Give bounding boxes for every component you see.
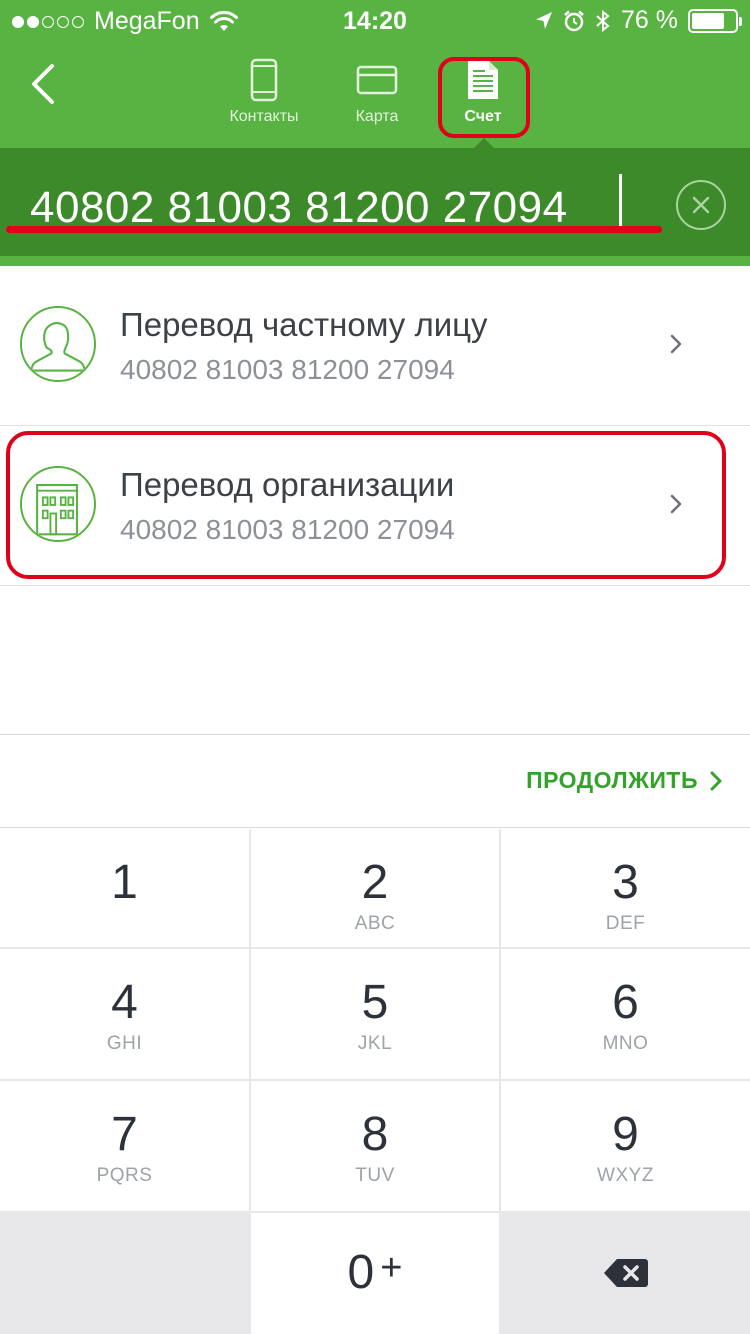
key-7[interactable]: 7 PQRS bbox=[0, 1081, 249, 1211]
tab-contacts[interactable]: Контакты bbox=[214, 58, 314, 138]
key-letters: DEF bbox=[605, 913, 646, 934]
key-digit: 4 bbox=[111, 976, 138, 1029]
text-caret bbox=[619, 174, 622, 226]
key-letters: JKL bbox=[357, 1033, 393, 1054]
key-letters: GHI bbox=[106, 1033, 143, 1054]
key-empty bbox=[0, 1213, 249, 1334]
key-letters: PQRS bbox=[96, 1165, 153, 1186]
key-6[interactable]: 6 MNO bbox=[501, 949, 750, 1079]
back-icon[interactable] bbox=[24, 62, 64, 106]
tab-card-label: Карта bbox=[355, 108, 399, 125]
key-3[interactable]: 3 DEF bbox=[501, 829, 750, 947]
alarm-clock-icon bbox=[564, 10, 584, 31]
key-digit: 9 bbox=[612, 1108, 639, 1161]
tab-card[interactable]: Карта bbox=[338, 58, 416, 138]
key-digit: 1 bbox=[111, 856, 138, 909]
key-0[interactable]: 0 + bbox=[251, 1213, 499, 1334]
key-zero: 0 + bbox=[348, 1249, 403, 1297]
key-digit: 5 bbox=[361, 976, 389, 1029]
battery-percent: 76 % bbox=[621, 6, 678, 34]
clear-input-button[interactable] bbox=[676, 180, 726, 230]
key-letters: TUV bbox=[355, 1165, 395, 1186]
key-9[interactable]: 9 WXYZ bbox=[501, 1081, 750, 1211]
backspace-icon bbox=[603, 1259, 648, 1287]
annotation-underline-input bbox=[6, 226, 662, 233]
chevron-right-icon bbox=[710, 771, 722, 790]
card-icon bbox=[356, 65, 398, 95]
key-2[interactable]: 2 ABC bbox=[251, 829, 499, 947]
list-item-private-person[interactable]: Перевод частному лицу 40802 81003 81200 … bbox=[0, 266, 750, 426]
person-icon bbox=[20, 306, 96, 382]
key-digit: 6 bbox=[612, 976, 639, 1029]
key-5[interactable]: 5 JKL bbox=[251, 949, 499, 1079]
continue-bar: ПРОДОЛЖИТЬ bbox=[0, 734, 750, 828]
continue-label: ПРОДОЛЖИТЬ bbox=[526, 767, 698, 793]
key-digit: 0 bbox=[347, 1246, 375, 1299]
key-digit: 3 bbox=[612, 856, 639, 909]
key-4[interactable]: 4 GHI bbox=[0, 949, 249, 1079]
header: MegaFon 14:20 76 % Контакты Карта Счет 4… bbox=[0, 0, 750, 266]
continue-button[interactable]: ПРОДОЛЖИТЬ bbox=[526, 767, 722, 794]
key-digit: 2 bbox=[361, 856, 389, 909]
key-plus: + bbox=[380, 1247, 403, 1289]
key-digit: 8 bbox=[361, 1108, 389, 1161]
key-letters: WXYZ bbox=[597, 1165, 654, 1186]
battery-icon bbox=[688, 8, 742, 33]
key-letters: MNO bbox=[602, 1033, 649, 1054]
list-item-title: Перевод частному лицу bbox=[120, 306, 488, 343]
status-bar: MegaFon 14:20 76 % bbox=[0, 0, 750, 40]
list-item-account: 40802 81003 81200 27094 bbox=[120, 354, 455, 385]
annotation-highlight-organization bbox=[6, 431, 726, 579]
account-input-band bbox=[0, 148, 750, 256]
key-digit: 7 bbox=[111, 1108, 138, 1161]
status-right: 76 % bbox=[535, 6, 742, 35]
numeric-keypad: 1 2 ABC 3 DEF 4 GHI 5 JKL 6 MNO 7 PQRS 8… bbox=[0, 829, 750, 1334]
annotation-highlight-account-tab bbox=[438, 57, 530, 138]
tab-contacts-label: Контакты bbox=[229, 108, 299, 125]
key-1[interactable]: 1 bbox=[0, 829, 249, 947]
header-bottom-strip bbox=[0, 256, 750, 266]
chevron-right-icon bbox=[670, 334, 682, 354]
backspace-key[interactable] bbox=[501, 1213, 750, 1334]
key-letters: ABC bbox=[354, 913, 396, 934]
battery-fill bbox=[692, 12, 724, 29]
close-icon bbox=[692, 196, 710, 214]
key-8[interactable]: 8 TUV bbox=[251, 1081, 499, 1211]
location-arrow-icon bbox=[536, 11, 553, 29]
phone-icon bbox=[250, 58, 278, 102]
bluetooth-icon bbox=[596, 9, 610, 32]
